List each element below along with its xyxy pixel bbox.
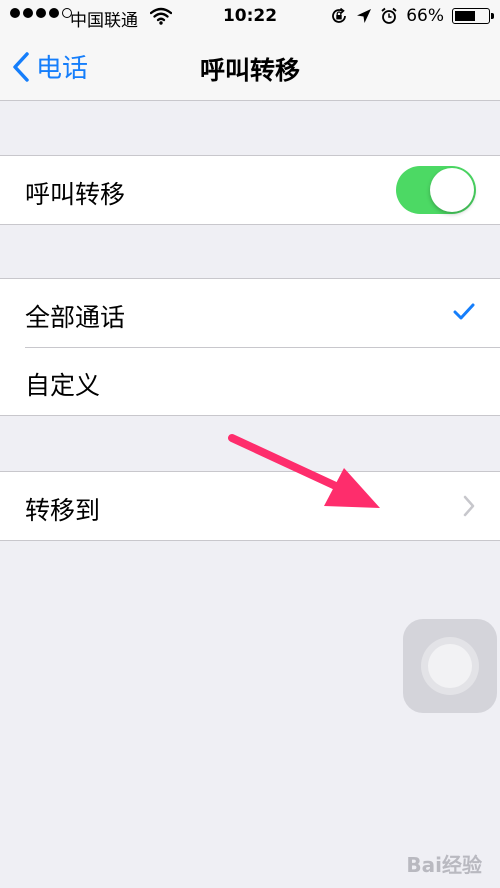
call-forwarding-row: 呼叫转移 [0,156,500,224]
rotation-lock-icon [332,7,347,23]
call-forwarding-label: 呼叫转移 [25,180,126,209]
page-title: 呼叫转移 [199,56,300,85]
forwarding-scope-group: 全部通话 自定义 [0,278,500,416]
battery-percent: 66% [406,6,444,26]
assistive-touch-button[interactable] [403,619,497,713]
custom-row[interactable]: 自定义 [0,347,500,415]
navigation-bar: 电话 呼叫转移 [0,34,500,101]
chevron-right-icon [463,495,475,517]
checkmark-icon [453,303,475,320]
watermark-logo: Bai经验 [406,853,482,877]
location-icon [357,9,372,23]
status-bar: 中国联通 10:22 66% [0,0,500,34]
all-calls-row[interactable]: 全部通话 [0,279,500,347]
battery-icon [452,8,494,24]
alarm-icon [381,7,397,24]
annotation-arrow-icon [228,434,380,508]
call-forwarding-toggle[interactable] [396,166,476,214]
forward-to-label: 转移到 [25,496,101,525]
custom-label: 自定义 [25,371,101,400]
call-forwarding-group: 呼叫转移 [0,155,500,225]
toggle-knob [430,168,474,212]
all-calls-label: 全部通话 [25,303,126,332]
